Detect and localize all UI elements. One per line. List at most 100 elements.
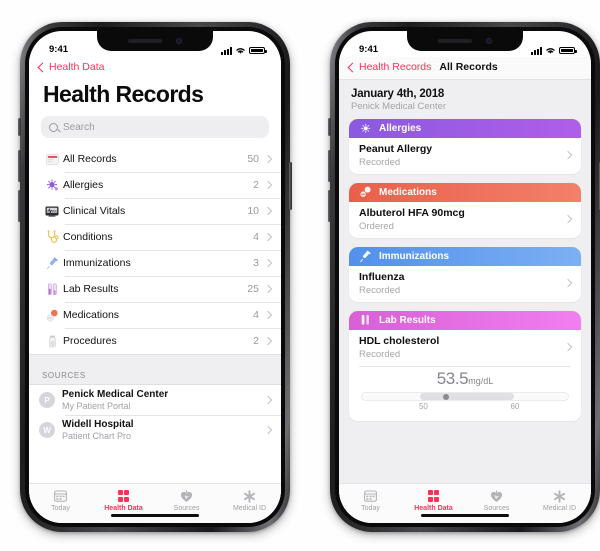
search-placeholder: Search <box>63 121 95 133</box>
vial-icon <box>41 335 63 348</box>
home-indicator[interactable] <box>421 514 509 517</box>
source-subtitle: My Patient Portal <box>62 400 131 411</box>
stethoscope-icon <box>41 230 63 244</box>
record-organization: Penick Medical Center <box>351 101 447 112</box>
search-input[interactable]: Search <box>41 116 269 138</box>
home-indicator[interactable] <box>111 514 199 517</box>
gauge-unit: mg/dL <box>468 376 494 387</box>
status-bar: 9:41 <box>29 31 281 57</box>
health-grid-icon <box>117 489 130 503</box>
card-entry-immunizations[interactable]: Influenza Recorded <box>349 266 581 302</box>
volume-down-button[interactable] <box>18 190 21 222</box>
status-bar: 9:41 <box>339 31 591 57</box>
content-left: Health Records Search All Records 50 All… <box>29 79 281 483</box>
syringe-icon <box>41 257 63 270</box>
card-category-label: Allergies <box>379 123 422 134</box>
tab-sources[interactable]: Sources <box>465 489 528 512</box>
power-button[interactable] <box>289 162 292 210</box>
gauge-track[interactable] <box>361 392 569 402</box>
list-item-label: Medications <box>63 309 120 321</box>
back-button-health-records[interactable]: Health Records <box>347 61 431 73</box>
list-item-medications[interactable]: Medications 4 <box>29 302 281 328</box>
tab-medical-id[interactable]: Medical ID <box>218 489 281 512</box>
card-entry-lab-results[interactable]: HDL cholesterol Recorded <box>349 330 581 366</box>
wifi-icon <box>546 48 555 54</box>
chevron-right-icon <box>263 310 273 320</box>
chevron-right-icon <box>263 425 273 435</box>
entry-status: Recorded <box>359 348 401 360</box>
chevron-right-icon <box>563 279 573 288</box>
list-item-label: Procedures <box>63 335 117 347</box>
list-item-source-penick[interactable]: P Penick Medical Center My Patient Porta… <box>29 385 281 415</box>
tab-medical-id[interactable]: Medical ID <box>528 489 591 512</box>
content-right: January 4th, 2018 Penick Medical Center <box>339 80 591 483</box>
screen-right: 9:41 Health Records All Records January … <box>339 31 591 523</box>
tab-label: Health Data <box>104 505 143 512</box>
volume-up-button[interactable] <box>328 150 331 182</box>
list-item-clinical-vitals[interactable]: Clinical Vitals 10 <box>29 198 281 224</box>
list-item-conditions[interactable]: Conditions 4 <box>29 224 281 250</box>
chevron-right-icon <box>563 343 573 352</box>
list-item-label: Conditions <box>63 231 113 243</box>
source-subtitle: Patient Chart Pro <box>62 430 132 441</box>
section-header-sources: SOURCES <box>29 371 281 385</box>
list-item-count: 10 <box>247 205 259 217</box>
list-item-procedures[interactable]: Procedures 2 <box>29 328 281 354</box>
detail-header: January 4th, 2018 Penick Medical Center <box>339 80 591 119</box>
list-item-count: 25 <box>247 283 259 295</box>
allergen-icon <box>359 123 372 135</box>
list-item-label: Immunizations <box>63 257 131 269</box>
avatar: W <box>39 422 55 438</box>
chevron-right-icon <box>263 395 273 405</box>
card-entry-allergies[interactable]: Peanut Allergy Recorded <box>349 138 581 174</box>
volume-up-button[interactable] <box>18 150 21 182</box>
bezel-left: 9:41 Health Data Health Records Search A… <box>25 27 285 527</box>
mute-switch[interactable] <box>18 118 21 136</box>
search-icon <box>49 122 58 132</box>
test-tubes-icon <box>359 314 372 326</box>
chevron-right-icon <box>263 336 273 346</box>
back-button-label: Health Data <box>49 61 105 73</box>
volume-down-button[interactable] <box>328 190 331 222</box>
card-category-label: Medications <box>379 186 437 198</box>
asterisk-icon <box>243 489 256 503</box>
asterisk-icon <box>553 489 566 503</box>
tab-label: Today <box>361 505 380 512</box>
chevron-right-icon <box>263 206 273 216</box>
tab-today[interactable]: Today <box>29 489 92 512</box>
card-header-immunizations: Immunizations <box>349 246 581 266</box>
nav-title: All Records <box>439 61 498 73</box>
card-entry-medications[interactable]: Albuterol HFA 90mcg Ordered <box>349 202 581 238</box>
source-name: Penick Medical Center <box>62 389 169 401</box>
test-tubes-icon <box>41 282 63 296</box>
gauge-normal-range-band <box>419 393 515 401</box>
chevron-right-icon <box>263 154 273 164</box>
list-item-count: 2 <box>253 179 259 191</box>
wifi-icon <box>236 48 245 54</box>
chevron-right-icon <box>263 180 273 190</box>
tab-today[interactable]: Today <box>339 489 402 512</box>
tab-sources[interactable]: Sources <box>155 489 218 512</box>
battery-icon <box>249 46 267 55</box>
list-item-source-widell[interactable]: W Widell Hospital Patient Chart Pro <box>29 415 281 445</box>
tab-label: Today <box>51 505 70 512</box>
records-card-icon <box>41 153 63 165</box>
list-item-count: 4 <box>253 309 259 321</box>
list-item-immunizations[interactable]: Immunizations 3 <box>29 250 281 276</box>
tab-bar-right: Today Health Data Sources Medical ID <box>339 483 591 523</box>
list-item-all-records[interactable]: All Records 50 <box>29 146 281 172</box>
chevron-left-icon <box>347 62 358 72</box>
list-item-allergies[interactable]: Allergies 2 <box>29 172 281 198</box>
entry-status: Recorded <box>359 156 401 168</box>
entry-status: Ordered <box>359 220 394 232</box>
tab-health-data[interactable]: Health Data <box>402 489 465 512</box>
tab-label: Medical ID <box>542 505 577 512</box>
mute-switch[interactable] <box>328 118 331 136</box>
gauge-value-display: 53.5mg/dL <box>361 369 569 389</box>
tab-health-data[interactable]: Health Data <box>92 489 155 512</box>
category-list: All Records 50 Allergies 2 Clinical Vita… <box>29 146 281 354</box>
search-container: Search <box>29 116 281 146</box>
list-item-lab-results[interactable]: Lab Results 25 <box>29 276 281 302</box>
back-button-health-data[interactable]: Health Data <box>37 61 105 73</box>
list-item-count: 3 <box>253 257 259 269</box>
